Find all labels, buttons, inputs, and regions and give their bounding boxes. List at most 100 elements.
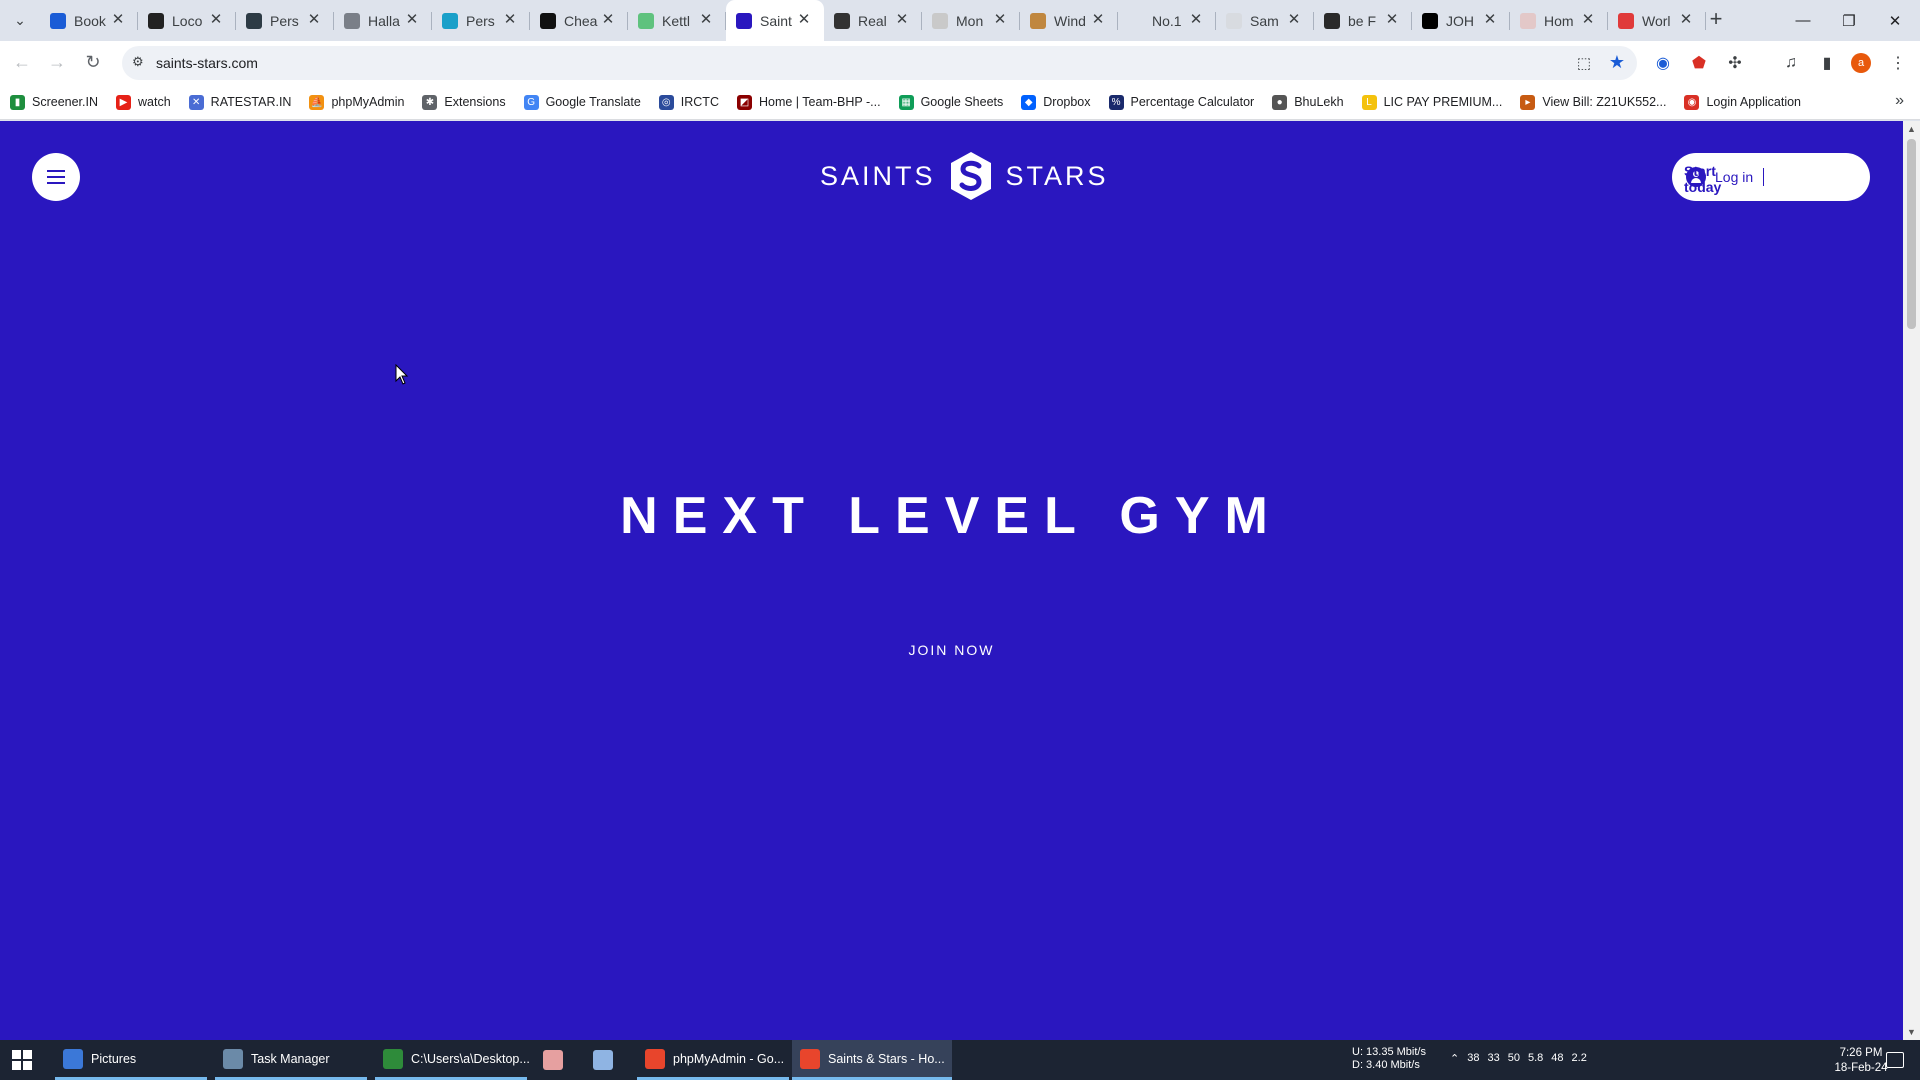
hamburger-menu-button[interactable] <box>32 153 80 201</box>
bookmark-item[interactable]: ✕ RATESTAR.IN <box>188 94 291 110</box>
tray-indicator[interactable]: 38 <box>1467 1052 1479 1065</box>
browser-toolbar: ← → ↻ ⚙ saints-stars.com ⬚ ★ ◉ ⬟ ✣ ♫ ▮ a… <box>0 41 1920 84</box>
taskbar-app[interactable]: Task Manager <box>215 1040 367 1080</box>
bookmark-item[interactable]: % Percentage Calculator <box>1108 94 1254 110</box>
bookmark-item[interactable]: ▮ Screener.IN <box>10 94 98 110</box>
site-info-icon[interactable]: ⚙ <box>132 54 150 72</box>
side-panel-icon[interactable]: ▮ <box>1815 51 1839 75</box>
tab-close-icon[interactable]: ✕ <box>796 12 812 28</box>
tab-close-icon[interactable]: ✕ <box>698 12 714 28</box>
browser-tab[interactable]: Sam ✕ <box>1216 0 1314 41</box>
media-control-icon[interactable]: ♫ <box>1779 51 1803 75</box>
tab-close-icon[interactable]: ✕ <box>1678 12 1694 28</box>
notification-icon[interactable] <box>1886 1052 1904 1068</box>
new-tab-button[interactable]: + <box>1702 6 1730 34</box>
bookmark-item[interactable]: ◎ IRCTC <box>658 94 719 110</box>
tray-chevron-icon[interactable]: ⌃ <box>1450 1052 1459 1065</box>
scroll-down-icon[interactable]: ▼ <box>1907 1027 1916 1037</box>
browser-tab[interactable]: Real ✕ <box>824 0 922 41</box>
scrollbar-thumb[interactable] <box>1907 139 1916 329</box>
bookmark-item[interactable]: ▶ watch <box>116 94 171 110</box>
auth-divider <box>1763 168 1765 186</box>
browser-tab[interactable]: Book ✕ <box>40 0 138 41</box>
tab-close-icon[interactable]: ✕ <box>1286 12 1302 28</box>
install-app-icon[interactable]: ⬚ <box>1577 54 1591 72</box>
tab-close-icon[interactable]: ✕ <box>894 12 910 28</box>
browser-tab[interactable]: Pers ✕ <box>432 0 530 41</box>
forward-arrow-icon[interactable]: → <box>42 47 72 77</box>
back-arrow-icon[interactable]: ← <box>7 47 37 77</box>
site-logo[interactable]: SAINTS STARS <box>820 148 1109 204</box>
tab-close-icon[interactable]: ✕ <box>1384 12 1400 28</box>
bookmark-item[interactable]: ▦ Google Sheets <box>898 94 1003 110</box>
taskbar-app[interactable] <box>535 1040 577 1080</box>
browser-tab[interactable]: Wind ✕ <box>1020 0 1118 41</box>
bookmark-item[interactable]: L LIC PAY PREMIUM... <box>1361 94 1502 110</box>
extension-shield-icon[interactable]: ⬟ <box>1687 51 1711 75</box>
profile-avatar[interactable]: a <box>1851 53 1871 73</box>
minimize-button[interactable]: — <box>1780 0 1826 41</box>
bookmark-item[interactable]: ✱ Extensions <box>422 94 506 110</box>
tray-indicator[interactable]: 50 <box>1508 1052 1520 1065</box>
tab-close-icon[interactable]: ✕ <box>600 12 616 28</box>
bookmark-item[interactable]: ⛵ phpMyAdmin <box>309 94 404 110</box>
browser-tab[interactable]: Hom ✕ <box>1510 0 1608 41</box>
hero-title: NEXT LEVEL GYM <box>620 487 1283 545</box>
reload-icon[interactable]: ↻ <box>78 47 108 77</box>
bookmark-item[interactable]: ▸ View Bill: Z21UK552... <box>1520 94 1666 110</box>
browser-tab[interactable]: be F ✕ <box>1314 0 1412 41</box>
browser-tab[interactable]: Halla ✕ <box>334 0 432 41</box>
bookmark-star-icon[interactable]: ★ <box>1609 52 1625 73</box>
browser-tab[interactable]: Saint ✕ <box>726 0 824 41</box>
taskbar-app[interactable]: Pictures <box>55 1040 207 1080</box>
bookmark-item[interactable]: G Google Translate <box>523 94 641 110</box>
tab-search-chevron-icon[interactable]: ⌄ <box>8 8 32 32</box>
tab-close-icon[interactable]: ✕ <box>992 12 1008 28</box>
bookmark-item[interactable]: ◆ Dropbox <box>1021 94 1091 110</box>
bookmark-item[interactable]: ◉ Login Application <box>1684 94 1801 110</box>
tray-indicator[interactable]: 33 <box>1487 1052 1499 1065</box>
tray-indicator[interactable]: 5.8 <box>1528 1052 1543 1065</box>
tab-close-icon[interactable]: ✕ <box>1580 12 1596 28</box>
scroll-up-icon[interactable]: ▲ <box>1907 124 1916 134</box>
bookmark-item[interactable]: ◩ Home | Team-BHP -... <box>736 94 881 110</box>
taskbar-app[interactable] <box>585 1040 627 1080</box>
tab-close-icon[interactable]: ✕ <box>502 12 518 28</box>
start-today-link[interactable]: Start today <box>1684 163 1721 195</box>
taskbar-app[interactable]: C:\Users\a\Desktop... <box>375 1040 530 1080</box>
browser-tab[interactable]: Chea ✕ <box>530 0 628 41</box>
bookmark-item[interactable]: ● BhuLekh <box>1272 94 1344 110</box>
close-window-button[interactable]: ✕ <box>1872 0 1918 41</box>
browser-tab[interactable]: Kettl ✕ <box>628 0 726 41</box>
menu-kebab-icon[interactable]: ⋮ <box>1886 51 1910 75</box>
bookmarks-overflow-icon[interactable]: » <box>1895 92 1904 110</box>
windows-start-icon[interactable] <box>12 1050 32 1070</box>
taskbar-app[interactable]: Saints & Stars - Ho... <box>792 1040 952 1080</box>
browser-tab[interactable]: Mon ✕ <box>922 0 1020 41</box>
tray-indicator[interactable]: 2.2 <box>1572 1052 1587 1065</box>
taskbar-app-icon <box>593 1050 613 1070</box>
browser-tab[interactable]: No.1 ✕ <box>1118 0 1216 41</box>
extension-globe-icon[interactable]: ◉ <box>1651 51 1675 75</box>
page-scrollbar[interactable]: ▲ ▼ <box>1903 121 1920 1040</box>
tab-close-icon[interactable]: ✕ <box>110 12 126 28</box>
browser-tab[interactable]: Pers ✕ <box>236 0 334 41</box>
browser-tab[interactable]: Loco ✕ <box>138 0 236 41</box>
restore-button[interactable]: ❐ <box>1826 0 1872 41</box>
bookmark-favicon-icon: ✕ <box>188 94 204 110</box>
join-now-link[interactable]: JOIN NOW <box>0 642 1903 658</box>
tab-close-icon[interactable]: ✕ <box>1188 12 1204 28</box>
taskbar-app[interactable]: phpMyAdmin - Go... <box>637 1040 789 1080</box>
tab-close-icon[interactable]: ✕ <box>1482 12 1498 28</box>
tray-indicator[interactable]: 48 <box>1551 1052 1563 1065</box>
browser-tab[interactable]: Worl ✕ <box>1608 0 1706 41</box>
extensions-puzzle-icon[interactable]: ✣ <box>1723 51 1747 75</box>
taskbar-app-icon <box>383 1048 403 1069</box>
address-bar[interactable]: ⚙ saints-stars.com ⬚ ★ <box>122 46 1637 80</box>
tab-close-icon[interactable]: ✕ <box>208 12 224 28</box>
tab-close-icon[interactable]: ✕ <box>1090 12 1106 28</box>
tab-close-icon[interactable]: ✕ <box>404 12 420 28</box>
tab-close-icon[interactable]: ✕ <box>306 12 322 28</box>
url-text[interactable]: saints-stars.com <box>156 55 258 71</box>
browser-tab[interactable]: JOH ✕ <box>1412 0 1510 41</box>
